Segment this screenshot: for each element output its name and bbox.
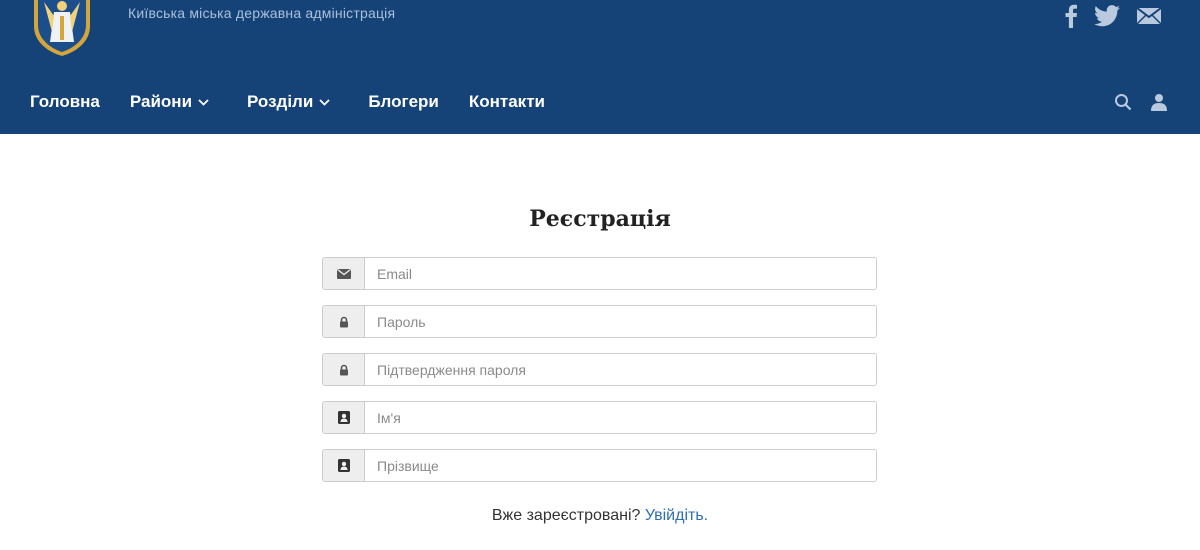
nav-item-label: Контакти: [468, 92, 545, 111]
nav-item-label: Розділи: [247, 92, 314, 111]
login-link[interactable]: Увійдіть.: [645, 507, 708, 524]
twitter-icon[interactable]: [1094, 5, 1120, 27]
first-name-field[interactable]: [365, 402, 876, 433]
nav-item-sections[interactable]: Розділи: [247, 92, 330, 112]
facebook-icon[interactable]: [1064, 4, 1078, 28]
nav-item-districts[interactable]: Райони: [130, 92, 209, 112]
password-confirm-field[interactable]: [365, 354, 876, 385]
kyiv-coat-of-arms-icon[interactable]: [30, 0, 94, 56]
search-icon[interactable]: [1114, 93, 1132, 111]
nav-item-bloggers[interactable]: Блогери: [368, 92, 439, 112]
chevron-down-icon: [319, 98, 330, 106]
nav-item-label: Головна: [30, 92, 100, 111]
login-prompt: Вже зареєстровані? Увійдіть.: [0, 507, 1200, 525]
envelope-icon: [323, 258, 365, 289]
lock-icon: [323, 306, 365, 337]
main-content: Реєстрація Email Ім'я Прізвище Вже зареє…: [0, 134, 1200, 550]
nav-item-home[interactable]: Головна: [30, 92, 100, 112]
social-links: [1064, 4, 1162, 28]
password-confirm-field-group: [322, 353, 877, 386]
email-field-group: [322, 257, 877, 290]
last-name-field-group: [322, 449, 877, 482]
password-field[interactable]: [365, 306, 876, 337]
user-icon[interactable]: [1150, 93, 1168, 111]
site-header: Київська міська державна адміністрація Г…: [0, 0, 1200, 134]
nav-item-label: Блогери: [368, 92, 439, 111]
registration-form: [322, 257, 877, 497]
email-field[interactable]: [365, 258, 876, 289]
last-name-field[interactable]: [365, 450, 876, 481]
first-name-field-group: [322, 401, 877, 434]
already-registered-text: Вже зареєстровані?: [491, 507, 641, 524]
main-nav: Головна Райони Розділи Блогери Контакти: [30, 92, 545, 112]
lock-icon: [323, 354, 365, 385]
organization-name: Київська міська державна адміністрація: [128, 5, 396, 21]
contact-card-icon: [323, 402, 365, 433]
contact-card-icon: [323, 450, 365, 481]
nav-item-label: Райони: [129, 92, 193, 111]
page-title: Реєстрація: [529, 206, 671, 232]
chevron-down-icon: [198, 98, 209, 106]
password-field-group: [322, 305, 877, 338]
nav-tools: [1114, 93, 1168, 111]
mail-icon[interactable]: [1136, 7, 1162, 25]
nav-item-contacts[interactable]: Контакти: [469, 92, 545, 112]
